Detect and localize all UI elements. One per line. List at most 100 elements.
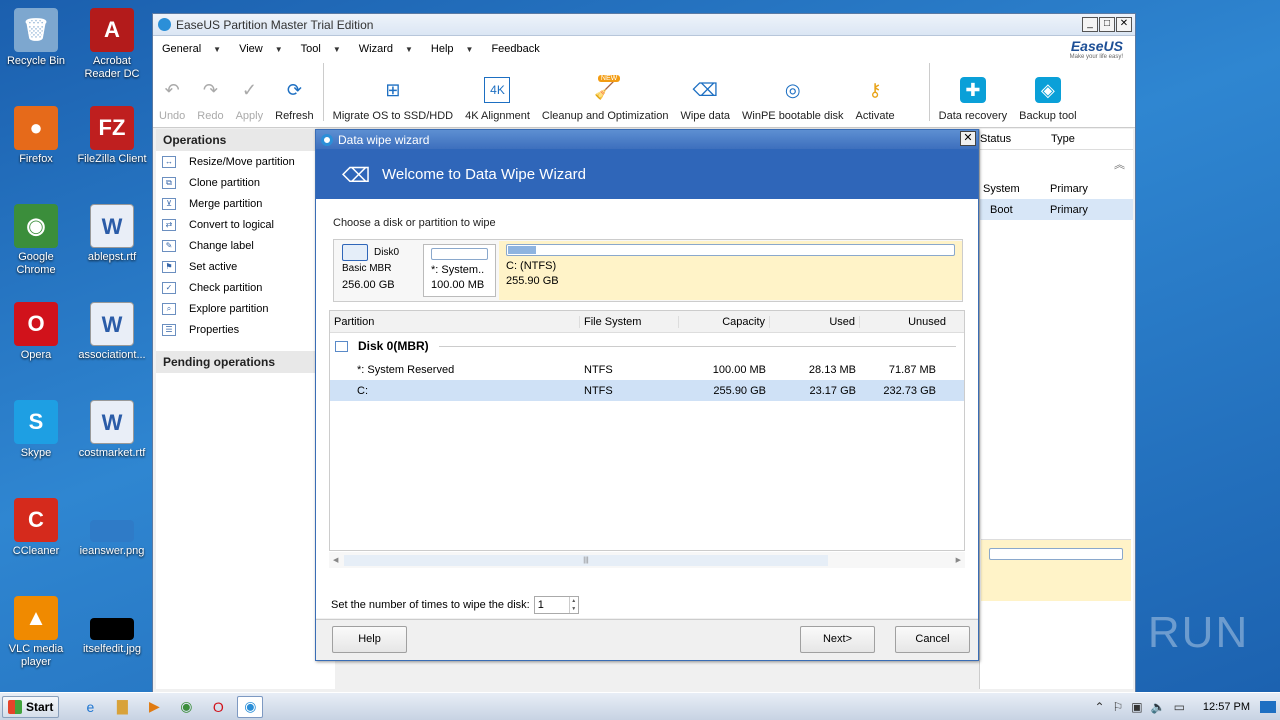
opera-icon[interactable]: O xyxy=(205,696,231,718)
wipe-times-stepper[interactable]: 1 ▲ ▼ xyxy=(533,596,579,614)
data-recovery-button[interactable]: ✚ Data recovery xyxy=(933,77,1013,122)
desktop-icon[interactable]: O Opera xyxy=(0,302,72,362)
desktop-icon[interactable]: ▲ VLC media player xyxy=(0,596,72,669)
internet-explorer-icon[interactable]: e xyxy=(77,696,103,718)
table-cell-fs: NTFS xyxy=(584,363,613,376)
wipe-data-button[interactable]: ⌫ Wipe data xyxy=(674,77,736,123)
table-row[interactable]: C: NTFS 255.90 GB 23.17 GB 232.73 GB xyxy=(330,380,964,401)
desktop-icon-label: itselfedit.jpg xyxy=(82,643,142,655)
operation-item[interactable]: ⧉ Clone partition xyxy=(156,172,335,193)
menu-wizard[interactable]: Wizard ▼ xyxy=(359,43,413,55)
desktop-icon[interactable]: A Acrobat Reader DC xyxy=(76,8,148,81)
desktop-icon[interactable]: Wablepst.rtf xyxy=(76,204,148,264)
operation-item[interactable]: ⊻ Merge partition xyxy=(156,193,335,214)
word-doc-icon: W xyxy=(90,302,134,346)
disk-group-header[interactable]: Disk 0(MBR) xyxy=(330,333,964,359)
operation-item[interactable]: ⌕ Explore partition xyxy=(156,298,335,319)
operation-item[interactable]: ↔ Resize/Move partition xyxy=(156,151,335,172)
easeus-taskbar-icon[interactable]: ◉ xyxy=(237,695,264,718)
menu-view[interactable]: View ▼ xyxy=(239,43,283,55)
volume-icon[interactable]: 🔈 xyxy=(1151,700,1166,714)
table-row[interactable]: Boot Primary xyxy=(980,199,1133,220)
close-button[interactable]: ✕ xyxy=(1116,17,1132,32)
desktop-icon[interactable]: itselfedit.jpg xyxy=(76,596,148,656)
operation-item[interactable]: ⇄ Convert to logical xyxy=(156,214,335,235)
redo-button[interactable]: ↷ Redo xyxy=(191,77,229,123)
operation-item[interactable]: ⚑ Set active xyxy=(156,256,335,277)
backup-tool-button[interactable]: ◈ Backup tool xyxy=(1013,77,1082,122)
menu-general[interactable]: General ▼ xyxy=(162,43,221,55)
partition-column-header[interactable]: Partition xyxy=(330,315,580,328)
undo-button[interactable]: ↶ Undo xyxy=(153,77,191,123)
type-column-header[interactable]: Type xyxy=(1047,133,1075,145)
partition-tile-c[interactable]: C: (NTFS) 255.90 GB xyxy=(499,241,962,300)
menu-tool[interactable]: Tool ▼ xyxy=(301,43,341,55)
activate-button[interactable]: ⚷ Activate xyxy=(850,77,901,123)
partition-tile-system[interactable]: *: System.. 100.00 MB xyxy=(423,244,496,297)
table-cell-partition: C: xyxy=(357,384,368,397)
disc-icon: ◎ xyxy=(784,79,801,100)
operation-item[interactable]: ✓ Check partition xyxy=(156,277,335,298)
cancel-button[interactable]: Cancel xyxy=(895,626,970,653)
4k-alignment-button[interactable]: 4K 4K Alignment xyxy=(459,77,536,122)
dialog-title: Data wipe wizard xyxy=(338,132,430,147)
filezilla-icon: FZ xyxy=(90,106,134,150)
flag-icon: ⚑ xyxy=(162,260,176,273)
desktop-icon[interactable]: FZ FileZilla Client xyxy=(76,106,148,166)
refresh-button[interactable]: ⟳ Refresh xyxy=(269,77,320,123)
table-cell-fs: NTFS xyxy=(584,384,613,397)
dialog-title-bar[interactable]: Data wipe wizard ✕ xyxy=(316,130,978,149)
desktop-icon[interactable]: Wassociationt... xyxy=(76,302,148,362)
menu-bar: General ▼ View ▼ Tool ▼ Wizard ▼ Help ▼ Feedb… xyxy=(153,36,1135,62)
winpe-button[interactable]: ◎ WinPE bootable disk xyxy=(736,77,850,123)
status-column-header[interactable]: Status xyxy=(980,133,1047,145)
title-bar[interactable]: EaseUS Partition Master Trial Edition _ … xyxy=(153,14,1135,36)
disk-tile[interactable]: Disk0 Basic MBR 256.00 GB xyxy=(334,240,423,301)
dialog-close-button[interactable]: ✕ xyxy=(960,131,976,146)
file-system-column-header[interactable]: File System xyxy=(580,315,679,328)
operation-label: Set active xyxy=(189,260,238,273)
media-player-icon[interactable]: ▶ xyxy=(141,696,167,718)
desktop-icon[interactable]: Wcostmarket.rtf xyxy=(76,400,148,460)
next-button[interactable]: Next> xyxy=(800,626,875,653)
migrate-os-button[interactable]: ⊞ Migrate OS to SSD/HDD xyxy=(327,77,459,123)
used-column-header[interactable]: Used xyxy=(770,315,860,328)
desktop-icon[interactable]: C CCleaner xyxy=(0,498,72,558)
apply-button[interactable]: ✓ Apply xyxy=(230,77,270,123)
folder-icon[interactable]: ▇ xyxy=(109,696,135,718)
chrome-icon[interactable]: ◉ xyxy=(173,696,199,718)
desktop-icon[interactable]: ieanswer.png xyxy=(76,498,148,558)
clock[interactable]: 12:57 PM xyxy=(1203,701,1250,713)
scroll-left-arrow[interactable]: ◀ xyxy=(333,556,338,564)
help-button[interactable]: Help xyxy=(332,626,407,653)
show-desktop-icon[interactable] xyxy=(1260,701,1276,713)
unused-column-header[interactable]: Unused xyxy=(860,316,950,328)
operation-item[interactable]: ✎ Change label xyxy=(156,235,335,256)
capacity-column-header[interactable]: Capacity xyxy=(679,315,770,328)
operation-label: Explore partition xyxy=(189,302,269,315)
start-button[interactable]: Start xyxy=(2,695,60,718)
menu-feedback[interactable]: Feedback xyxy=(491,43,539,55)
horizontal-scrollbar[interactable]: ◀ ||| ▶ xyxy=(329,552,965,568)
menu-help[interactable]: Help ▼ xyxy=(431,43,474,55)
desktop-icon[interactable]: ● Firefox xyxy=(0,106,72,166)
usage-bar xyxy=(506,244,955,256)
flag-icon[interactable]: ⚐ xyxy=(1113,700,1124,714)
show-hidden-icons[interactable]: ⌃ xyxy=(1094,700,1104,714)
maximize-button[interactable]: □ xyxy=(1099,17,1115,32)
battery-icon[interactable]: ▭ xyxy=(1174,700,1185,714)
table-row[interactable]: *: System Reserved NTFS 100.00 MB 28.13 MB 7… xyxy=(330,359,964,380)
table-row[interactable]: System Primary xyxy=(980,178,1133,199)
scroll-right-arrow[interactable]: ▶ xyxy=(956,556,961,564)
collapse-icon[interactable]: ︽ xyxy=(980,150,1133,178)
operation-item[interactable]: ☰ Properties xyxy=(156,319,335,340)
partition-list-behind: Status Type ︽ System Primary Boot Primary xyxy=(979,129,1133,689)
desktop-icon[interactable]: 🗑 Recycle Bin xyxy=(0,8,72,68)
cleanup-button[interactable]: 🧹 NEW Cleanup and Optimization xyxy=(536,75,675,122)
scroll-thumb[interactable]: ||| xyxy=(344,554,828,566)
minimize-button[interactable]: _ xyxy=(1082,17,1098,32)
desktop-icon[interactable]: ◉ Google Chrome xyxy=(0,204,72,277)
desktop-icon[interactable]: S Skype xyxy=(0,400,72,460)
spin-arrows-icon[interactable]: ▲ ▼ xyxy=(568,597,578,613)
network-icon[interactable]: ▣ xyxy=(1131,700,1142,714)
